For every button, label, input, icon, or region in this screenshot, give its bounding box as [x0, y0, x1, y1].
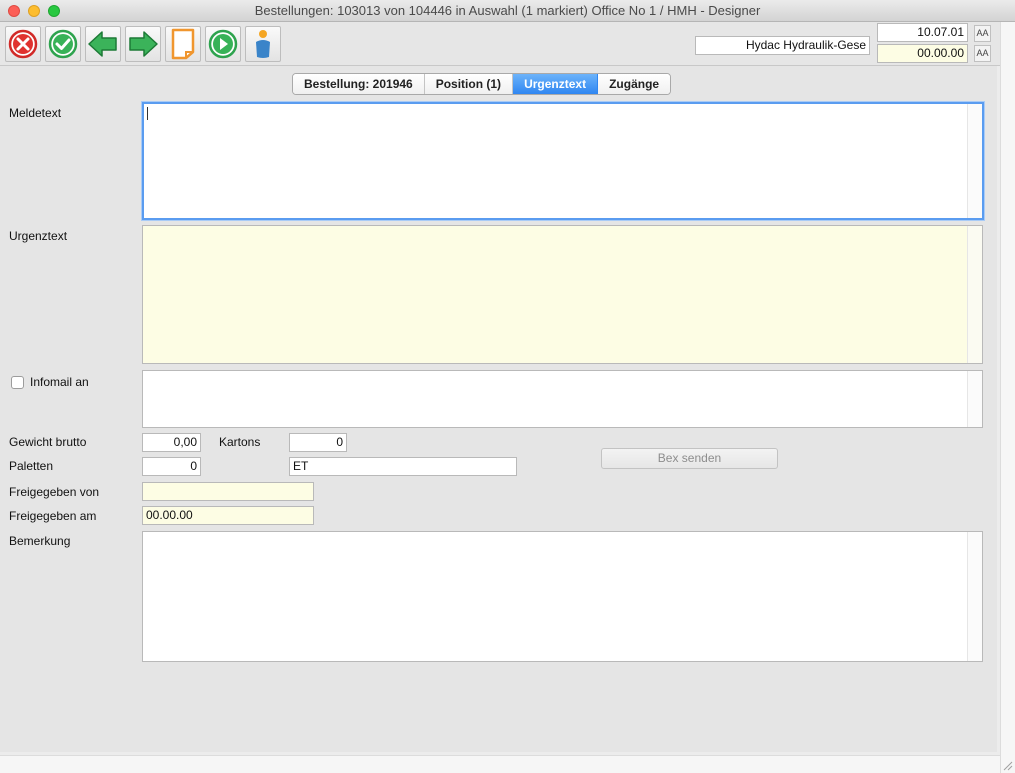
- time-field[interactable]: 00.00.00: [877, 44, 968, 63]
- forward-button[interactable]: [205, 26, 241, 62]
- bemerkung-label: Bemerkung: [9, 534, 71, 548]
- tab-zugaenge[interactable]: Zugänge: [598, 74, 671, 94]
- bex-senden-button[interactable]: Bex senden: [601, 448, 778, 469]
- bemerkung-textarea[interactable]: [142, 531, 983, 662]
- tab-urgenztext[interactable]: Urgenztext: [513, 74, 599, 94]
- checkmark-icon: [48, 29, 78, 59]
- font-smaller-button[interactable]: AA: [974, 45, 991, 62]
- paletten-field[interactable]: 0: [142, 457, 201, 476]
- infomail-scrollbar[interactable]: [967, 371, 982, 427]
- arrow-right-icon: [129, 31, 158, 57]
- user-button[interactable]: [245, 26, 281, 62]
- gewicht-label: Gewicht brutto: [9, 435, 87, 449]
- urgenztext-scrollbar[interactable]: [967, 226, 982, 363]
- kartons-field[interactable]: 0: [289, 433, 347, 452]
- meldetext-label: Meldetext: [9, 106, 62, 120]
- urgenztext-label: Urgenztext: [9, 229, 68, 243]
- window-horizontal-scrollbar[interactable]: [0, 755, 1000, 773]
- document-icon: [171, 28, 195, 60]
- play-forward-icon: [208, 29, 238, 59]
- freigegeben-am-label: Freigegeben am: [9, 509, 97, 523]
- window-vertical-scrollbar[interactable]: [1000, 22, 1015, 773]
- infomail-checkbox[interactable]: [11, 376, 24, 389]
- resize-grip-icon[interactable]: [1001, 759, 1013, 771]
- gewicht-field[interactable]: 0,00: [142, 433, 201, 452]
- einheit-field[interactable]: ET: [289, 457, 517, 476]
- meldetext-scrollbar[interactable]: [967, 104, 982, 218]
- minimize-window-button[interactable]: [28, 5, 40, 17]
- freigegeben-am-field[interactable]: 00.00.00: [142, 506, 314, 525]
- freigegeben-von-label: Freigegeben von: [9, 485, 100, 499]
- urgenztext-textarea[interactable]: [142, 225, 983, 364]
- tab-bestellung[interactable]: Bestellung: 201946: [293, 74, 425, 94]
- font-larger-button[interactable]: AA: [974, 25, 991, 42]
- tab-bar: Bestellung: 201946 Position (1) Urgenzte…: [292, 73, 672, 95]
- previous-record-button[interactable]: [85, 26, 121, 62]
- bemerkung-scrollbar[interactable]: [967, 532, 982, 661]
- cancel-button[interactable]: [5, 26, 41, 62]
- freigegeben-von-field[interactable]: [142, 482, 314, 501]
- paletten-label: Paletten: [9, 459, 54, 473]
- ok-button[interactable]: [45, 26, 81, 62]
- kartons-label: Kartons: [219, 435, 261, 449]
- text-cursor: [147, 107, 148, 120]
- toolbar: Hydac Hydraulik-Gese 10.07.01 00.00.00 A…: [0, 22, 1000, 66]
- zoom-window-button[interactable]: [48, 5, 60, 17]
- close-window-button[interactable]: [8, 5, 20, 17]
- infomail-textarea[interactable]: [142, 370, 983, 428]
- window-titlebar: Bestellungen: 103013 von 104446 in Auswa…: [0, 0, 1015, 22]
- window-title: Bestellungen: 103013 von 104446 in Auswa…: [254, 3, 761, 18]
- tab-position[interactable]: Position (1): [424, 74, 514, 94]
- cancel-icon: [8, 29, 38, 59]
- date-field[interactable]: 10.07.01: [877, 23, 968, 42]
- supplier-name-field[interactable]: Hydac Hydraulik-Gese: [695, 36, 870, 55]
- meldetext-textarea[interactable]: [142, 102, 984, 220]
- arrow-left-icon: [88, 31, 117, 57]
- new-document-button[interactable]: [165, 26, 201, 62]
- infomail-label: Infomail an: [30, 375, 89, 389]
- user-icon: [256, 30, 270, 58]
- next-record-button[interactable]: [125, 26, 161, 62]
